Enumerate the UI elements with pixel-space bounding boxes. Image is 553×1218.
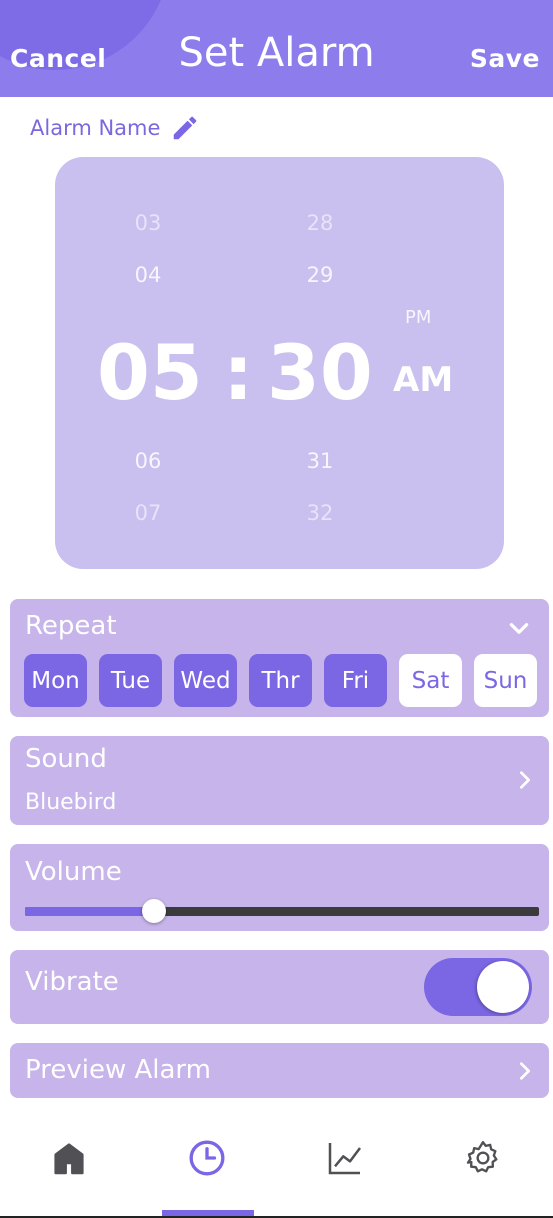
chevron-right-icon[interactable]	[514, 769, 536, 791]
time-separator: :	[223, 328, 254, 417]
day-toggle-sat[interactable]: Sat	[399, 654, 462, 707]
header-bar: Cancel Set Alarm Save	[0, 0, 553, 97]
day-selector: Mon Tue Wed Thr Fri Sat Sun	[24, 654, 537, 707]
volume-slider-track[interactable]	[25, 907, 539, 916]
minute-option[interactable]: 32	[280, 501, 360, 525]
day-toggle-mon[interactable]: Mon	[24, 654, 87, 707]
chevron-down-icon[interactable]	[506, 616, 532, 642]
time-picker[interactable]: 03 04 28 29 PM 05 : 30 AM 06 07 31 32	[55, 157, 504, 569]
hour-option[interactable]: 07	[108, 501, 188, 525]
selected-hour[interactable]: 05	[97, 325, 203, 420]
minute-option[interactable]: 29	[280, 263, 360, 287]
alarm-name-label: Alarm Name	[30, 116, 161, 140]
minute-option[interactable]: 28	[280, 211, 360, 235]
preview-alarm-label: Preview Alarm	[25, 1055, 211, 1085]
nav-settings[interactable]	[414, 1138, 552, 1218]
day-toggle-sun[interactable]: Sun	[474, 654, 537, 707]
repeat-label: Repeat	[25, 611, 117, 641]
selected-period[interactable]: AM	[393, 360, 453, 400]
preview-alarm-row[interactable]: Preview Alarm	[10, 1043, 549, 1098]
volume-slider-thumb[interactable]	[141, 899, 166, 923]
bottom-navigation	[0, 1118, 553, 1218]
nav-home[interactable]	[0, 1138, 138, 1218]
nav-stats[interactable]	[276, 1138, 414, 1218]
day-toggle-tue[interactable]: Tue	[99, 654, 162, 707]
vibrate-toggle[interactable]	[424, 958, 532, 1016]
volume-card: Volume	[10, 844, 549, 931]
sound-label: Sound	[25, 744, 107, 774]
vibrate-card: Vibrate	[10, 950, 549, 1024]
minute-option[interactable]: 31	[280, 449, 360, 473]
save-button[interactable]: Save	[470, 44, 540, 73]
day-toggle-fri[interactable]: Fri	[324, 654, 387, 707]
pencil-icon[interactable]	[170, 113, 200, 143]
volume-label: Volume	[25, 857, 122, 887]
alarm-name-field[interactable]: Alarm Name	[30, 113, 200, 143]
hour-option[interactable]: 04	[108, 263, 188, 287]
repeat-card: Repeat Mon Tue Wed Thr Fri Sat Sun	[10, 599, 549, 717]
gear-icon	[466, 1141, 498, 1173]
chevron-right-icon[interactable]	[514, 1060, 536, 1082]
nav-alarm[interactable]	[138, 1138, 276, 1218]
selected-minute[interactable]: 30	[267, 325, 373, 420]
hour-option[interactable]: 03	[108, 211, 188, 235]
day-toggle-wed[interactable]: Wed	[174, 654, 237, 707]
clock-icon	[189, 1140, 225, 1176]
home-icon	[54, 1143, 84, 1175]
volume-slider-fill	[25, 907, 154, 916]
sound-row[interactable]: Sound Bluebird	[10, 736, 549, 825]
sound-value: Bluebird	[25, 790, 117, 815]
hour-option[interactable]: 06	[108, 449, 188, 473]
day-toggle-thr[interactable]: Thr	[249, 654, 312, 707]
chart-icon	[328, 1143, 361, 1175]
vibrate-label: Vibrate	[25, 967, 119, 997]
toggle-knob	[477, 961, 529, 1013]
period-option-pm[interactable]: PM	[405, 307, 431, 328]
